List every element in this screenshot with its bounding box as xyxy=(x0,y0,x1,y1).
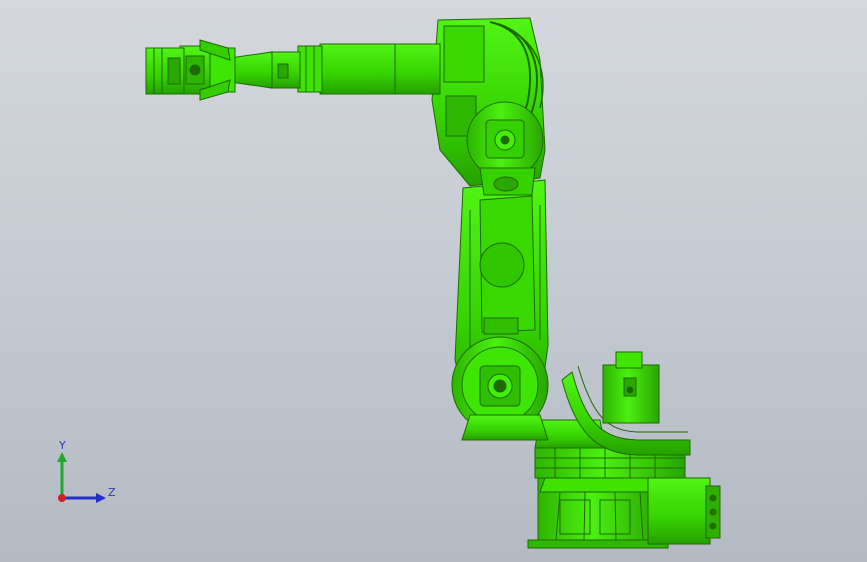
z-axis-label: Z xyxy=(108,486,116,499)
robot-wrist xyxy=(145,39,273,101)
z-axis-arrow xyxy=(96,493,106,503)
robot-arm-model[interactable] xyxy=(0,0,867,562)
triad-origin xyxy=(58,494,66,502)
graphics-viewport[interactable]: Y Z xyxy=(0,0,867,562)
robot-shoulder-joint xyxy=(451,336,549,441)
y-axis-arrow xyxy=(57,452,67,462)
coordinate-triad: Y Z xyxy=(57,439,116,503)
y-axis-label: Y xyxy=(58,439,66,452)
robot-elbow-housing xyxy=(431,17,546,196)
robot-forearm xyxy=(269,43,441,95)
robot-base xyxy=(527,477,721,549)
